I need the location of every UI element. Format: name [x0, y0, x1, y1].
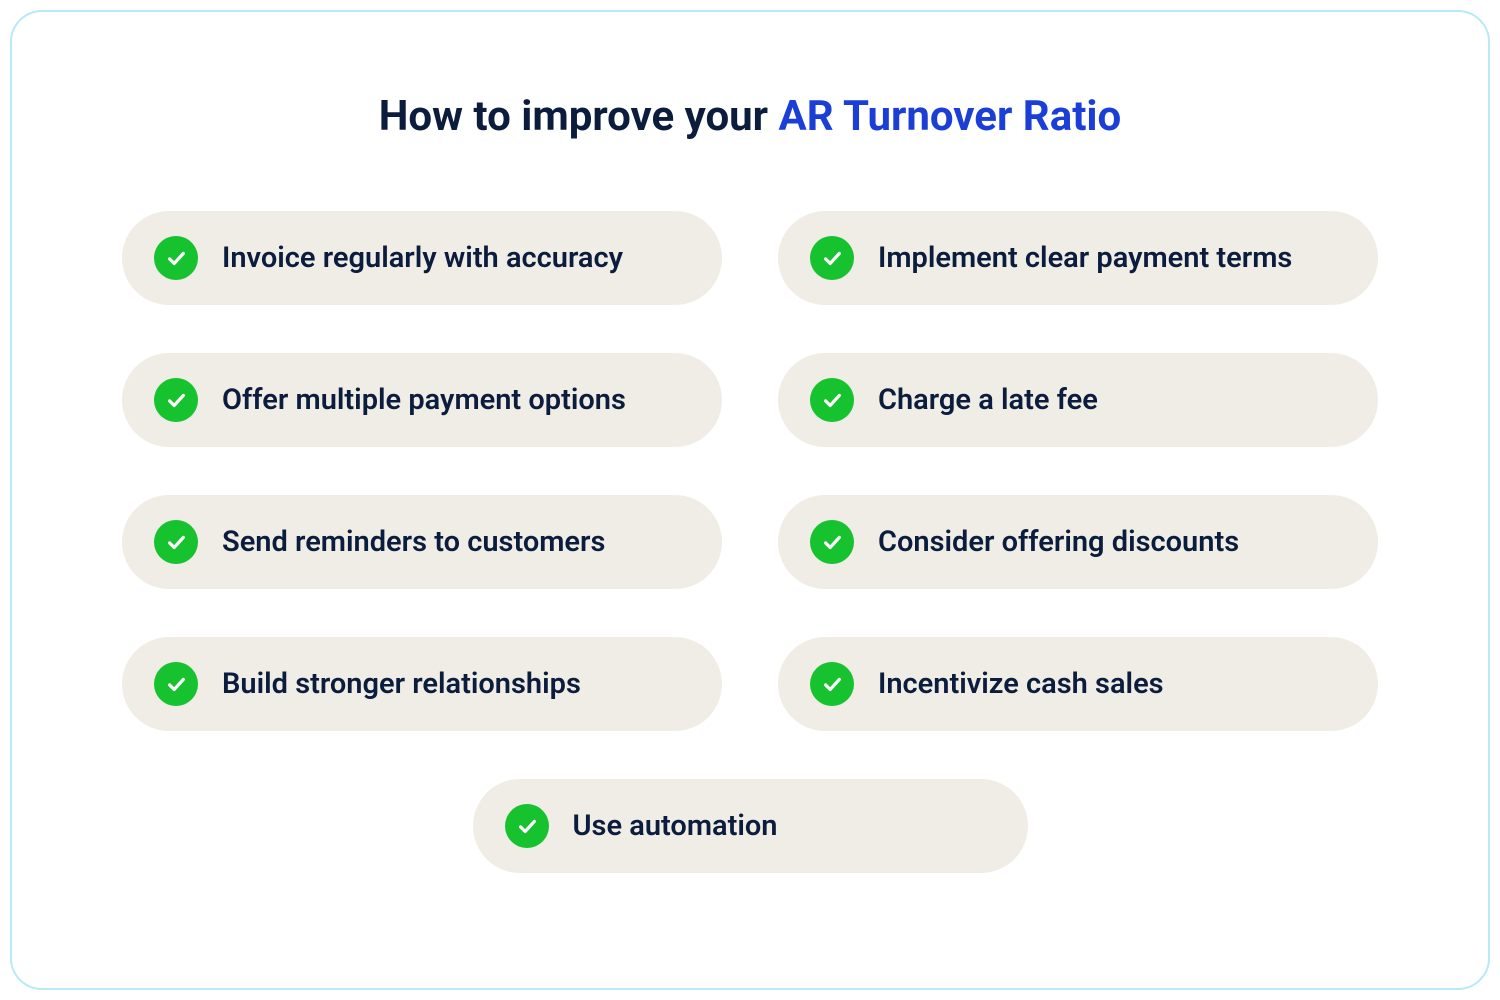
check-icon	[154, 662, 198, 706]
list-item: Consider offering discounts	[778, 495, 1378, 589]
check-icon	[154, 378, 198, 422]
list-item: Incentivize cash sales	[778, 637, 1378, 731]
item-label: Invoice regularly with accuracy	[222, 241, 623, 275]
list-item: Charge a late fee	[778, 353, 1378, 447]
info-card: How to improve your AR Turnover Ratio In…	[10, 10, 1490, 990]
item-label: Implement clear payment terms	[878, 241, 1292, 275]
title-prefix: How to improve your	[379, 92, 779, 141]
item-label: Offer multiple payment options	[222, 383, 626, 417]
check-icon	[810, 662, 854, 706]
title-accent: AR Turnover Ratio	[779, 92, 1122, 141]
item-label: Send reminders to customers	[222, 525, 605, 559]
check-icon	[154, 236, 198, 280]
item-label: Consider offering discounts	[878, 525, 1239, 559]
page-title: How to improve your AR Turnover Ratio	[379, 92, 1121, 141]
check-icon	[810, 236, 854, 280]
tips-last-row: Use automation	[122, 779, 1378, 873]
item-label: Incentivize cash sales	[878, 667, 1164, 701]
list-item: Build stronger relationships	[122, 637, 722, 731]
list-item: Offer multiple payment options	[122, 353, 722, 447]
list-item: Use automation	[473, 779, 1028, 873]
check-icon	[810, 520, 854, 564]
check-icon	[154, 520, 198, 564]
list-item: Implement clear payment terms	[778, 211, 1378, 305]
item-label: Charge a late fee	[878, 383, 1098, 417]
item-label: Use automation	[573, 809, 778, 843]
list-item: Send reminders to customers	[122, 495, 722, 589]
item-label: Build stronger relationships	[222, 667, 581, 701]
tips-grid: Invoice regularly with accuracy Implemen…	[122, 211, 1378, 731]
list-item: Invoice regularly with accuracy	[122, 211, 722, 305]
check-icon	[810, 378, 854, 422]
check-icon	[505, 804, 549, 848]
